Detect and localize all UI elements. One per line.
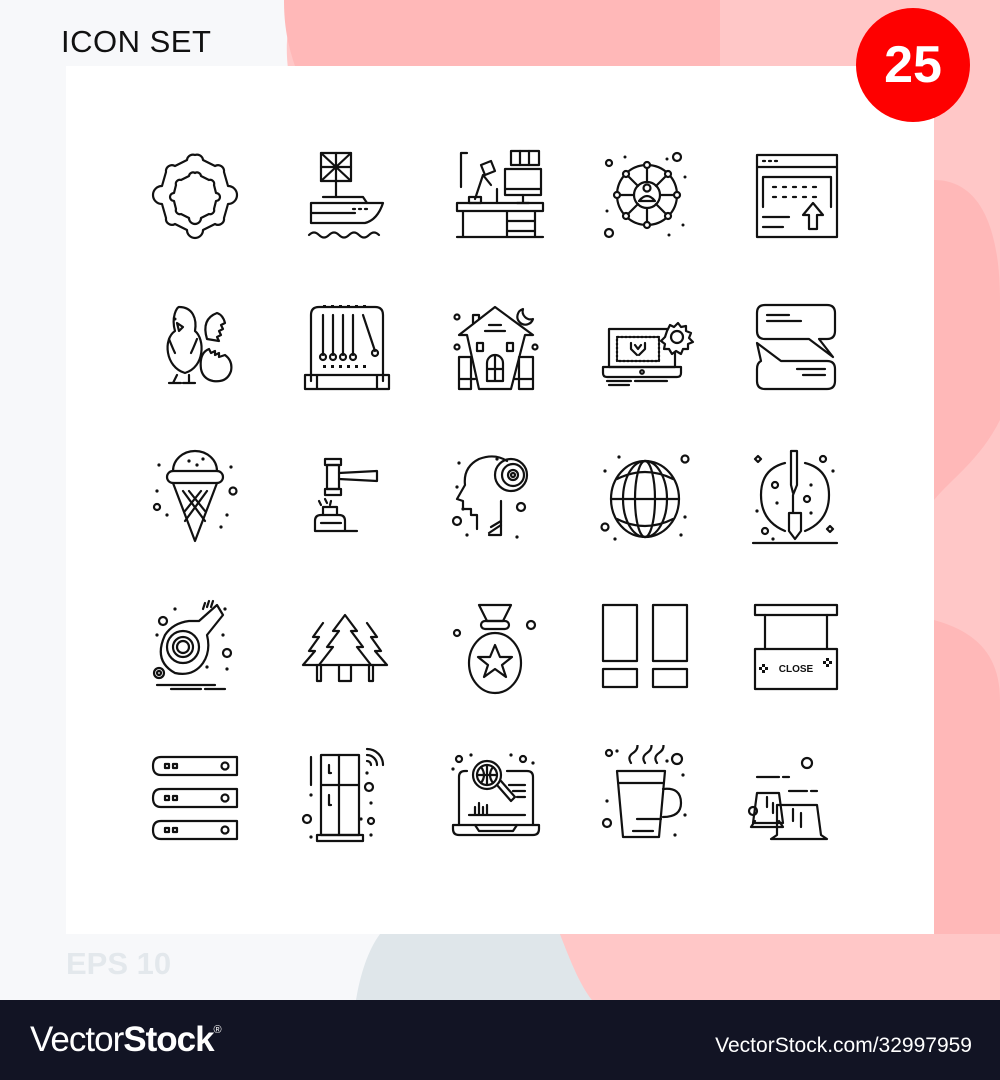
image-reference: VectorStock.com/32997959 (715, 1034, 972, 1057)
browser-upload-icon (745, 145, 845, 245)
head-target-icon (445, 445, 545, 545)
haunted-house-icon (445, 295, 545, 395)
eps-label: EPS 10 (66, 946, 172, 981)
chick-egg-icon (145, 295, 245, 395)
gavel-icon (295, 445, 395, 545)
icon-grid: CLOSE (66, 66, 934, 934)
watermark-footer: VectorStock® VectorStock.com/32997959 (0, 1000, 1000, 1080)
layout-grid-icon (595, 595, 695, 695)
whistle-icon (145, 595, 245, 695)
newtons-cradle-icon (295, 295, 395, 395)
gray-blob-bottom (356, 934, 592, 1000)
logo-bold-text: Stock (123, 1020, 214, 1059)
page-title: ICON SET (61, 24, 212, 59)
ring-gear-icon (145, 145, 245, 245)
server-rack-icon (145, 745, 245, 845)
globe-icon (595, 445, 695, 545)
pink-blob-top-dark (284, 0, 720, 66)
registered-mark: ® (213, 1024, 222, 1036)
icon-card: CLOSE (66, 66, 934, 934)
close-sign-label: CLOSE (779, 664, 814, 675)
vectorstock-logo: VectorStock® (30, 1020, 222, 1060)
icon-count-badge: 25 (856, 8, 970, 122)
user-network-icon (595, 145, 695, 245)
medal-star-icon (445, 595, 545, 695)
laptop-settings-icon (595, 295, 695, 395)
hot-cup-icon (595, 745, 695, 845)
pink-blob-bottom (560, 934, 1000, 1000)
chat-bubbles-icon (745, 295, 845, 395)
pine-trees-icon (295, 595, 395, 695)
ice-cream-cone-icon (145, 445, 245, 545)
smart-fridge-icon (295, 745, 395, 845)
boat-flag-icon (295, 145, 395, 245)
close-sign-icon: CLOSE (745, 595, 845, 695)
shovel-dig-icon (745, 445, 845, 545)
tree-stumps-icon (745, 745, 845, 845)
desk-workspace-icon (445, 145, 545, 245)
logo-light-text: Vector (30, 1020, 124, 1059)
laptop-search-icon (445, 745, 545, 845)
